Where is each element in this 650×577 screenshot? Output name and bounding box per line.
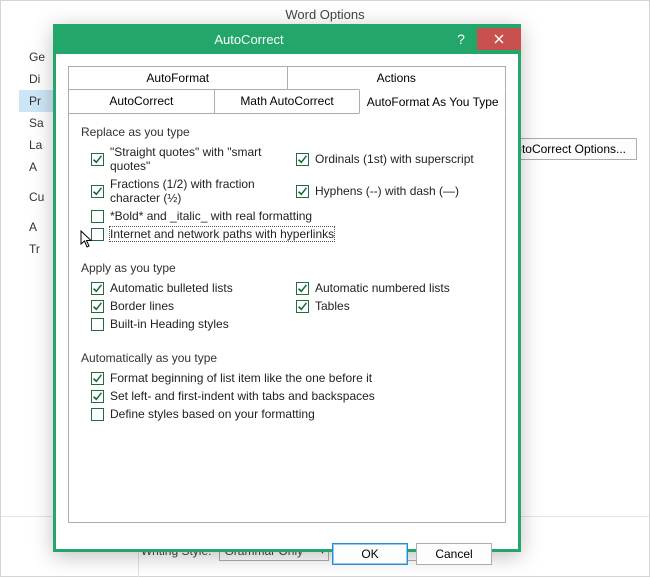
opt-hyphens[interactable]: Hyphens (--) with dash (—) [296, 177, 493, 205]
opt-ordinals[interactable]: Ordinals (1st) with superscript [296, 145, 493, 173]
opt-auto-bulleted[interactable]: Automatic bulleted lists [91, 281, 288, 295]
checkbox[interactable] [91, 282, 104, 295]
opt-heading-styles[interactable]: Built-in Heading styles [91, 317, 493, 331]
opt-label: *Bold* and _italic_ with real formatting [110, 209, 312, 223]
opt-straight-quotes[interactable]: "Straight quotes" with "smart quotes" [91, 145, 288, 173]
checkbox[interactable] [91, 228, 104, 241]
dialog-titlebar[interactable]: AutoCorrect ? [53, 24, 521, 54]
checkbox[interactable] [91, 408, 104, 421]
opt-fractions[interactable]: Fractions (1/2) with fraction character … [91, 177, 288, 205]
autocorrect-options-button[interactable]: utoCorrect Options... [504, 138, 637, 160]
checkbox[interactable] [91, 300, 104, 313]
group-replace-label: Replace as you type [81, 125, 493, 139]
opt-label: Set left- and first-indent with tabs and… [110, 389, 375, 403]
tab-actions[interactable]: Actions [287, 66, 507, 89]
opt-format-beginning[interactable]: Format beginning of list item like the o… [91, 371, 493, 385]
dialog-buttons: OK Cancel [68, 533, 506, 565]
close-button[interactable] [477, 28, 521, 50]
tab-panel: Replace as you type "Straight quotes" wi… [68, 113, 506, 523]
dialog-tabs: AutoFormat Actions AutoCorrect Math Auto… [68, 66, 506, 523]
opt-internet-paths[interactable]: Internet and network paths with hyperlin… [91, 227, 493, 241]
ok-button[interactable]: OK [332, 543, 408, 565]
opt-define-styles[interactable]: Define styles based on your formatting [91, 407, 493, 421]
opt-label: Format beginning of list item like the o… [110, 371, 372, 385]
checkbox[interactable] [296, 185, 309, 198]
checkbox[interactable] [91, 318, 104, 331]
checkbox[interactable] [91, 210, 104, 223]
opt-tables[interactable]: Tables [296, 299, 493, 313]
checkbox[interactable] [296, 153, 309, 166]
opt-label: Built-in Heading styles [110, 317, 229, 331]
opt-auto-numbered[interactable]: Automatic numbered lists [296, 281, 493, 295]
opt-label: Automatic numbered lists [315, 281, 450, 295]
opt-label: Fractions (1/2) with fraction character … [110, 177, 288, 205]
tab-math-autocorrect[interactable]: Math AutoCorrect [214, 90, 361, 114]
opt-label: "Straight quotes" with "smart quotes" [110, 145, 288, 173]
checkbox[interactable] [296, 300, 309, 313]
opt-label: Tables [315, 299, 350, 313]
opt-label: Hyphens (--) with dash (—) [315, 184, 459, 198]
checkbox[interactable] [91, 390, 104, 403]
tab-autoformat-as-you-type[interactable]: AutoFormat As You Type [359, 89, 506, 114]
checkbox[interactable] [296, 282, 309, 295]
opt-label: Ordinals (1st) with superscript [315, 152, 474, 166]
checkbox[interactable] [91, 185, 104, 198]
cancel-button[interactable]: Cancel [416, 543, 492, 565]
group-auto-label: Automatically as you type [81, 351, 493, 365]
autocorrect-dialog: AutoCorrect ? AutoFormat Actions AutoCor… [53, 24, 521, 552]
opt-bold-italic[interactable]: *Bold* and _italic_ with real formatting [91, 209, 493, 223]
opt-label: Automatic bulleted lists [110, 281, 233, 295]
checkbox[interactable] [91, 153, 104, 166]
help-button[interactable]: ? [445, 28, 477, 50]
group-apply-label: Apply as you type [81, 261, 493, 275]
opt-border-lines[interactable]: Border lines [91, 299, 288, 313]
tab-autocorrect[interactable]: AutoCorrect [68, 90, 215, 114]
checkbox[interactable] [91, 372, 104, 385]
opt-label: Border lines [110, 299, 174, 313]
dialog-title: AutoCorrect [53, 32, 445, 47]
close-icon [494, 34, 504, 44]
dialog-body: AutoFormat Actions AutoCorrect Math Auto… [56, 54, 518, 565]
opt-set-indent[interactable]: Set left- and first-indent with tabs and… [91, 389, 493, 403]
opt-label: Define styles based on your formatting [110, 407, 315, 421]
opt-label: Internet and network paths with hyperlin… [110, 227, 334, 241]
tab-autoformat[interactable]: AutoFormat [68, 66, 288, 89]
